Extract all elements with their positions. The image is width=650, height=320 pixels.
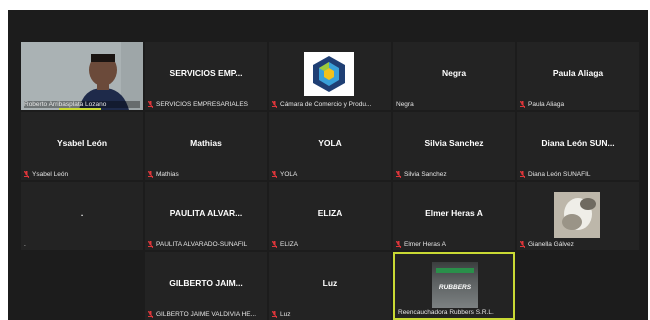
- participant-display-name: ELIZA: [317, 208, 343, 218]
- participant-name: ELIZA: [272, 241, 388, 248]
- participant-video: [21, 42, 143, 110]
- muted-mic-icon: [148, 241, 153, 248]
- participant-name: Mathias: [148, 171, 264, 178]
- participant-name: SERVICIOS EMPRESARIALES: [148, 101, 264, 108]
- participant-name: Elmer Heras A: [396, 241, 512, 248]
- participant-name: YOLA: [272, 171, 388, 178]
- participant-tile-yola[interactable]: YOLA YOLA: [269, 112, 391, 180]
- participant-tile-diana[interactable]: Diana León SUN... Diana León SUNAFIL: [517, 112, 639, 180]
- participant-name: Paula Aliaga: [520, 101, 636, 108]
- participant-name: PAULITA ALVARADO-SUNAFIL: [148, 241, 264, 248]
- participant-display-name: YOLA: [318, 138, 342, 148]
- muted-mic-icon: [272, 241, 277, 248]
- profile-photo: [554, 192, 600, 238]
- participant-tile-mathias[interactable]: Mathias Mathias: [145, 112, 267, 180]
- participant-tile-paula[interactable]: Paula Aliaga Paula Aliaga: [517, 42, 639, 110]
- muted-mic-icon: [272, 171, 277, 178]
- participant-display-name: Elmer Heras A: [425, 208, 483, 218]
- participant-tile-gianella[interactable]: Gianella Gálvez: [517, 182, 639, 250]
- participant-display-name: Paula Aliaga: [552, 68, 604, 78]
- muted-mic-icon: [272, 311, 277, 318]
- participant-name: Roberto Arribasplata Lozano: [24, 101, 140, 108]
- muted-mic-icon: [520, 101, 525, 108]
- participant-tile-paulita[interactable]: PAULITA ALVAR... PAULITA ALVARADO-SUNAFI…: [145, 182, 267, 250]
- participant-name: Gianella Gálvez: [520, 241, 636, 248]
- participant-name: .: [24, 241, 26, 248]
- muted-mic-icon: [396, 171, 401, 178]
- participant-name: Ysabel León: [24, 171, 140, 178]
- logo-text: RUBBERS: [438, 284, 472, 291]
- participant-tile-negra[interactable]: Negra Negra: [393, 42, 515, 110]
- participant-name: Negra: [396, 101, 414, 108]
- participant-tile-servicios[interactable]: SERVICIOS EMP... SERVICIOS EMPRESARIALES: [145, 42, 267, 110]
- participant-name: GILBERTO JAIME VALDIVIA HE...: [148, 311, 264, 318]
- muted-mic-icon: [148, 101, 153, 108]
- participant-name: Luz: [272, 311, 388, 318]
- company-logo-image: RUBBERS: [432, 262, 478, 308]
- muted-mic-icon: [520, 241, 525, 248]
- participant-display-name: Negra: [441, 68, 467, 78]
- participant-display-name: Diana León SUN...: [541, 138, 615, 148]
- participant-name: Silvia Sanchez: [396, 171, 512, 178]
- participant-display-name: Luz: [322, 278, 338, 288]
- muted-mic-icon: [396, 241, 401, 248]
- muted-mic-icon: [148, 171, 153, 178]
- participant-name: Reencauchadora Rubbers S.R.L.: [398, 309, 494, 316]
- muted-mic-icon: [148, 311, 153, 318]
- muted-mic-icon: [272, 101, 277, 108]
- participant-tile-rubbers[interactable]: RUBBERS Reencauchadora Rubbers S.R.L.: [393, 252, 515, 320]
- participant-tile-ysabel[interactable]: Ysabel León Ysabel León: [21, 112, 143, 180]
- video-gallery: Roberto Arribasplata Lozano SERVICIOS EM…: [8, 10, 648, 320]
- participant-display-name: Mathias: [190, 138, 222, 148]
- participant-tile-luz[interactable]: Luz Luz: [269, 252, 391, 320]
- speaking-indicator: [59, 108, 101, 110]
- participant-display-name: .: [80, 208, 84, 218]
- participant-name: Cámara de Comercio y Produ...: [272, 101, 388, 108]
- participant-display-name: SERVICIOS EMP...: [169, 68, 243, 78]
- participant-name: Diana León SUNAFIL: [520, 171, 636, 178]
- participant-display-name: Silvia Sanchez: [424, 138, 484, 148]
- participant-tile-roberto[interactable]: Roberto Arribasplata Lozano: [21, 42, 143, 110]
- participant-tile-silvia[interactable]: Silvia Sanchez Silvia Sanchez: [393, 112, 515, 180]
- participant-display-name: GILBERTO JAIM...: [169, 278, 243, 288]
- muted-mic-icon: [520, 171, 525, 178]
- participant-tile-dot[interactable]: . .: [21, 182, 143, 250]
- participant-tile-camara[interactable]: Cámara de Comercio y Produ...: [269, 42, 391, 110]
- participant-display-name: PAULITA ALVAR...: [169, 208, 243, 218]
- participant-display-name: Ysabel León: [56, 138, 108, 148]
- logo-stripe: [436, 268, 474, 273]
- muted-mic-icon: [24, 171, 29, 178]
- participant-tile-elmer[interactable]: Elmer Heras A Elmer Heras A: [393, 182, 515, 250]
- participant-tile-eliza[interactable]: ELIZA ELIZA: [269, 182, 391, 250]
- organization-logo: [304, 52, 354, 96]
- participant-tile-gilberto[interactable]: GILBERTO JAIM... GILBERTO JAIME VALDIVIA…: [145, 252, 267, 320]
